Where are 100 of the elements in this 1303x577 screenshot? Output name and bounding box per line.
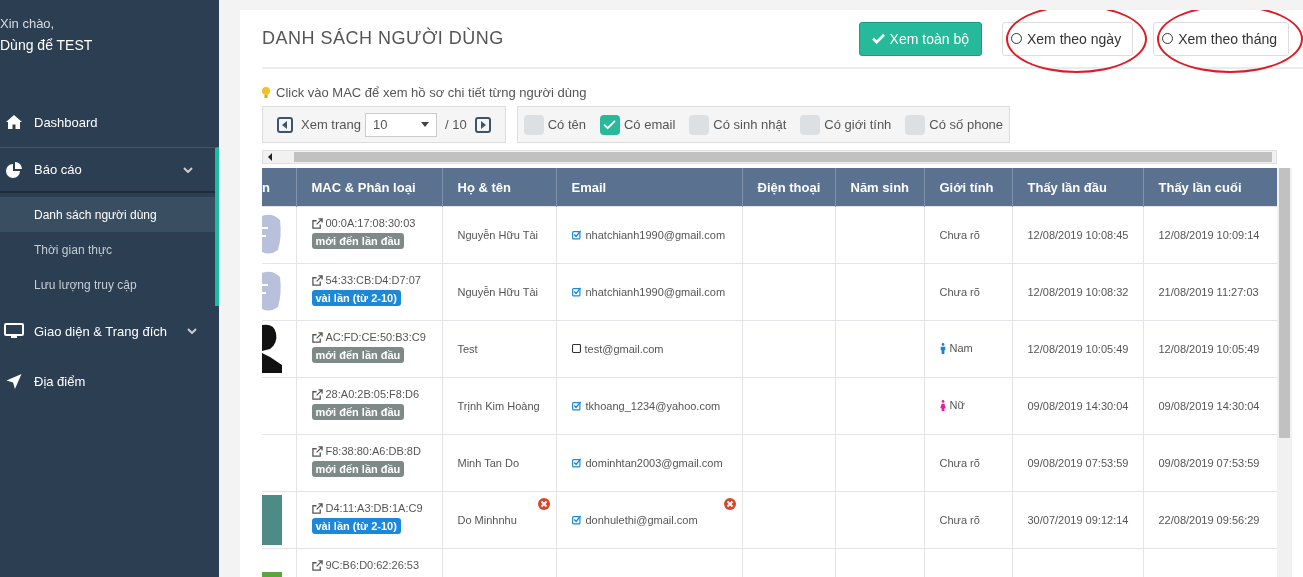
gender-cell: Chưa rõ bbox=[939, 514, 980, 526]
external-link-icon bbox=[311, 274, 323, 286]
pie-chart-icon bbox=[4, 161, 24, 178]
page-label: Xem trang bbox=[301, 117, 361, 132]
filter-label: Có email bbox=[624, 117, 676, 132]
name-cell: Nguyễn Hữu Tài bbox=[457, 286, 539, 298]
column-header: Năm sinh bbox=[835, 168, 924, 207]
visit-badge: vài lần (từ 2-10) bbox=[311, 290, 401, 306]
gender-cell: Chưa rõ bbox=[939, 457, 980, 469]
visit-badge: mới đến lần đầu bbox=[311, 233, 405, 249]
external-link-icon bbox=[311, 331, 323, 343]
name-cell: Nguyễn Hữu Tài bbox=[457, 229, 539, 241]
external-link-icon bbox=[311, 217, 323, 229]
male-icon bbox=[939, 342, 946, 354]
submenu-item[interactable]: Thời gian thực bbox=[0, 232, 215, 267]
last-seen-cell: 21/08/2019 11:27:03 bbox=[1158, 286, 1259, 298]
first-seen-cell: 12/08/2019 10:08:32 bbox=[1027, 286, 1129, 298]
checkbox[interactable] bbox=[600, 114, 620, 135]
photo-placeholder bbox=[262, 495, 282, 545]
mac-link[interactable]: F8:38:80:A6:DB:8D bbox=[325, 445, 421, 457]
nav-item[interactable]: Báo cáo bbox=[0, 148, 215, 193]
mac-link[interactable]: D4:11:A3:DB:1A:C9 bbox=[325, 502, 423, 514]
submenu-item[interactable]: Lưu lượng truy cập bbox=[0, 267, 215, 302]
last-seen-cell: 12/08/2019 10:09:14 bbox=[1158, 229, 1260, 241]
visit-badge: mới đến lần đầu bbox=[311, 347, 405, 363]
first-seen-cell: 30/07/2019 09:12:14 bbox=[1027, 514, 1129, 526]
column-header: n bbox=[262, 168, 296, 207]
nav-item[interactable]: Dashboard bbox=[0, 97, 219, 147]
gender-cell: Chưa rõ bbox=[939, 286, 980, 298]
email-cell: nhatchianh1990@gmail.com bbox=[585, 228, 726, 241]
checkbox[interactable] bbox=[905, 114, 926, 135]
visit-badge: mới đến lần đầu bbox=[311, 461, 405, 477]
previous-page-button[interactable] bbox=[277, 116, 293, 133]
first-seen-cell: 12/08/2019 10:08:45 bbox=[1027, 229, 1129, 241]
checkbox[interactable] bbox=[523, 114, 544, 135]
dropdown-caret-icon bbox=[421, 122, 429, 127]
email-cell: tkhoang_1234@yahoo.com bbox=[585, 399, 721, 412]
mac-link[interactable]: 00:0A:17:08:30:03 bbox=[325, 217, 416, 229]
column-header: Điện thoại bbox=[742, 168, 835, 207]
visit-badge: vài lần (từ 2-10) bbox=[311, 518, 401, 534]
nav-item[interactable]: Giao diện & Trang đích bbox=[0, 306, 219, 356]
first-seen-cell: 09/08/2019 14:30:04 bbox=[1027, 400, 1129, 412]
chevron-down-icon bbox=[187, 328, 197, 334]
checkbox[interactable] bbox=[689, 114, 710, 135]
scroll-left-icon bbox=[268, 153, 272, 161]
last-seen-cell: 09/08/2019 07:53:59 bbox=[1158, 457, 1260, 469]
column-header: Họ & tên bbox=[442, 168, 556, 207]
column-header: Giới tính bbox=[924, 168, 1012, 207]
filter-label: Có sinh nhật bbox=[713, 117, 787, 132]
filter-label: Có giới tính bbox=[824, 117, 892, 132]
nav-item[interactable]: Địa điểm bbox=[0, 356, 219, 406]
page-select[interactable]: 10 bbox=[365, 112, 437, 137]
email-cell: dominhtan2003@gmail.com bbox=[585, 456, 723, 469]
email-cell: test@gmail.com bbox=[584, 342, 664, 355]
email-cell: donhulethi@gmail.com bbox=[585, 513, 698, 526]
checkmark-icon bbox=[871, 33, 885, 44]
name-cell: Test bbox=[457, 343, 478, 355]
user-name: Dùng để TEST bbox=[0, 37, 94, 53]
last-seen-cell: 09/08/2019 14:30:04 bbox=[1158, 400, 1260, 412]
first-seen-cell: 12/08/2019 10:05:49 bbox=[1027, 343, 1129, 355]
external-link-icon bbox=[311, 445, 323, 457]
checkbox[interactable] bbox=[800, 114, 821, 135]
home-icon bbox=[4, 115, 24, 129]
external-link-icon bbox=[311, 502, 323, 514]
submenu-item[interactable]: Danh sách người dùng bbox=[0, 197, 215, 232]
page-title: DANH SÁCH NGƯỜI DÙNG bbox=[262, 28, 504, 49]
horizontal-scrollbar[interactable] bbox=[262, 150, 1277, 164]
column-header: Thấy lần đầu bbox=[1012, 168, 1143, 207]
name-cell: Trịnh Kim Hoàng bbox=[457, 400, 540, 412]
avatar-placeholder-icon bbox=[262, 269, 282, 313]
gender-cell: Nam bbox=[949, 342, 973, 355]
monitor-icon bbox=[4, 323, 24, 339]
last-seen-cell: 22/08/2019 09:56:29 bbox=[1158, 514, 1260, 526]
external-link-icon bbox=[311, 559, 323, 571]
next-page-button[interactable] bbox=[474, 116, 491, 133]
avatar-placeholder-icon bbox=[262, 212, 282, 256]
page-total: / 10 bbox=[445, 117, 467, 132]
location-arrow-icon bbox=[4, 373, 24, 389]
mac-link[interactable]: AC:FD:CE:50:B3:C9 bbox=[325, 331, 426, 343]
filter-label: Có tên bbox=[547, 117, 586, 132]
filter-label: Có số phone bbox=[929, 117, 1004, 132]
column-header: Email bbox=[556, 168, 742, 207]
female-icon bbox=[939, 399, 946, 411]
mac-link[interactable]: 28:A0:2B:05:F8:D6 bbox=[325, 388, 420, 400]
column-header: MAC & Phân loại bbox=[296, 168, 442, 207]
hint-text: Click vào MAC để xem hồ sơ chi tiết từng người dùng bbox=[276, 85, 587, 100]
mac-link[interactable]: 54:33:CB:D4:D7:07 bbox=[325, 274, 421, 286]
view-button[interactable]: Xem theo ngày bbox=[1001, 21, 1134, 56]
person-silhouette-icon bbox=[262, 323, 282, 373]
gender-cell: Nữ bbox=[949, 399, 965, 412]
view-button[interactable]: Xem theo tháng bbox=[1153, 21, 1289, 56]
email-cell: nhatchianh1990@gmail.com bbox=[585, 285, 726, 298]
lightbulb-icon bbox=[262, 86, 270, 99]
checkmark-icon bbox=[603, 119, 617, 130]
last-seen-cell: 12/08/2019 10:05:49 bbox=[1158, 343, 1260, 355]
vertical-scrollbar[interactable] bbox=[1277, 168, 1292, 577]
name-cell: Do Minhnhu bbox=[457, 514, 517, 526]
chevron-down-icon bbox=[183, 166, 193, 173]
first-seen-cell: 09/08/2019 07:53:59 bbox=[1027, 457, 1129, 469]
visit-badge: mới đến lần đầu bbox=[311, 404, 405, 420]
